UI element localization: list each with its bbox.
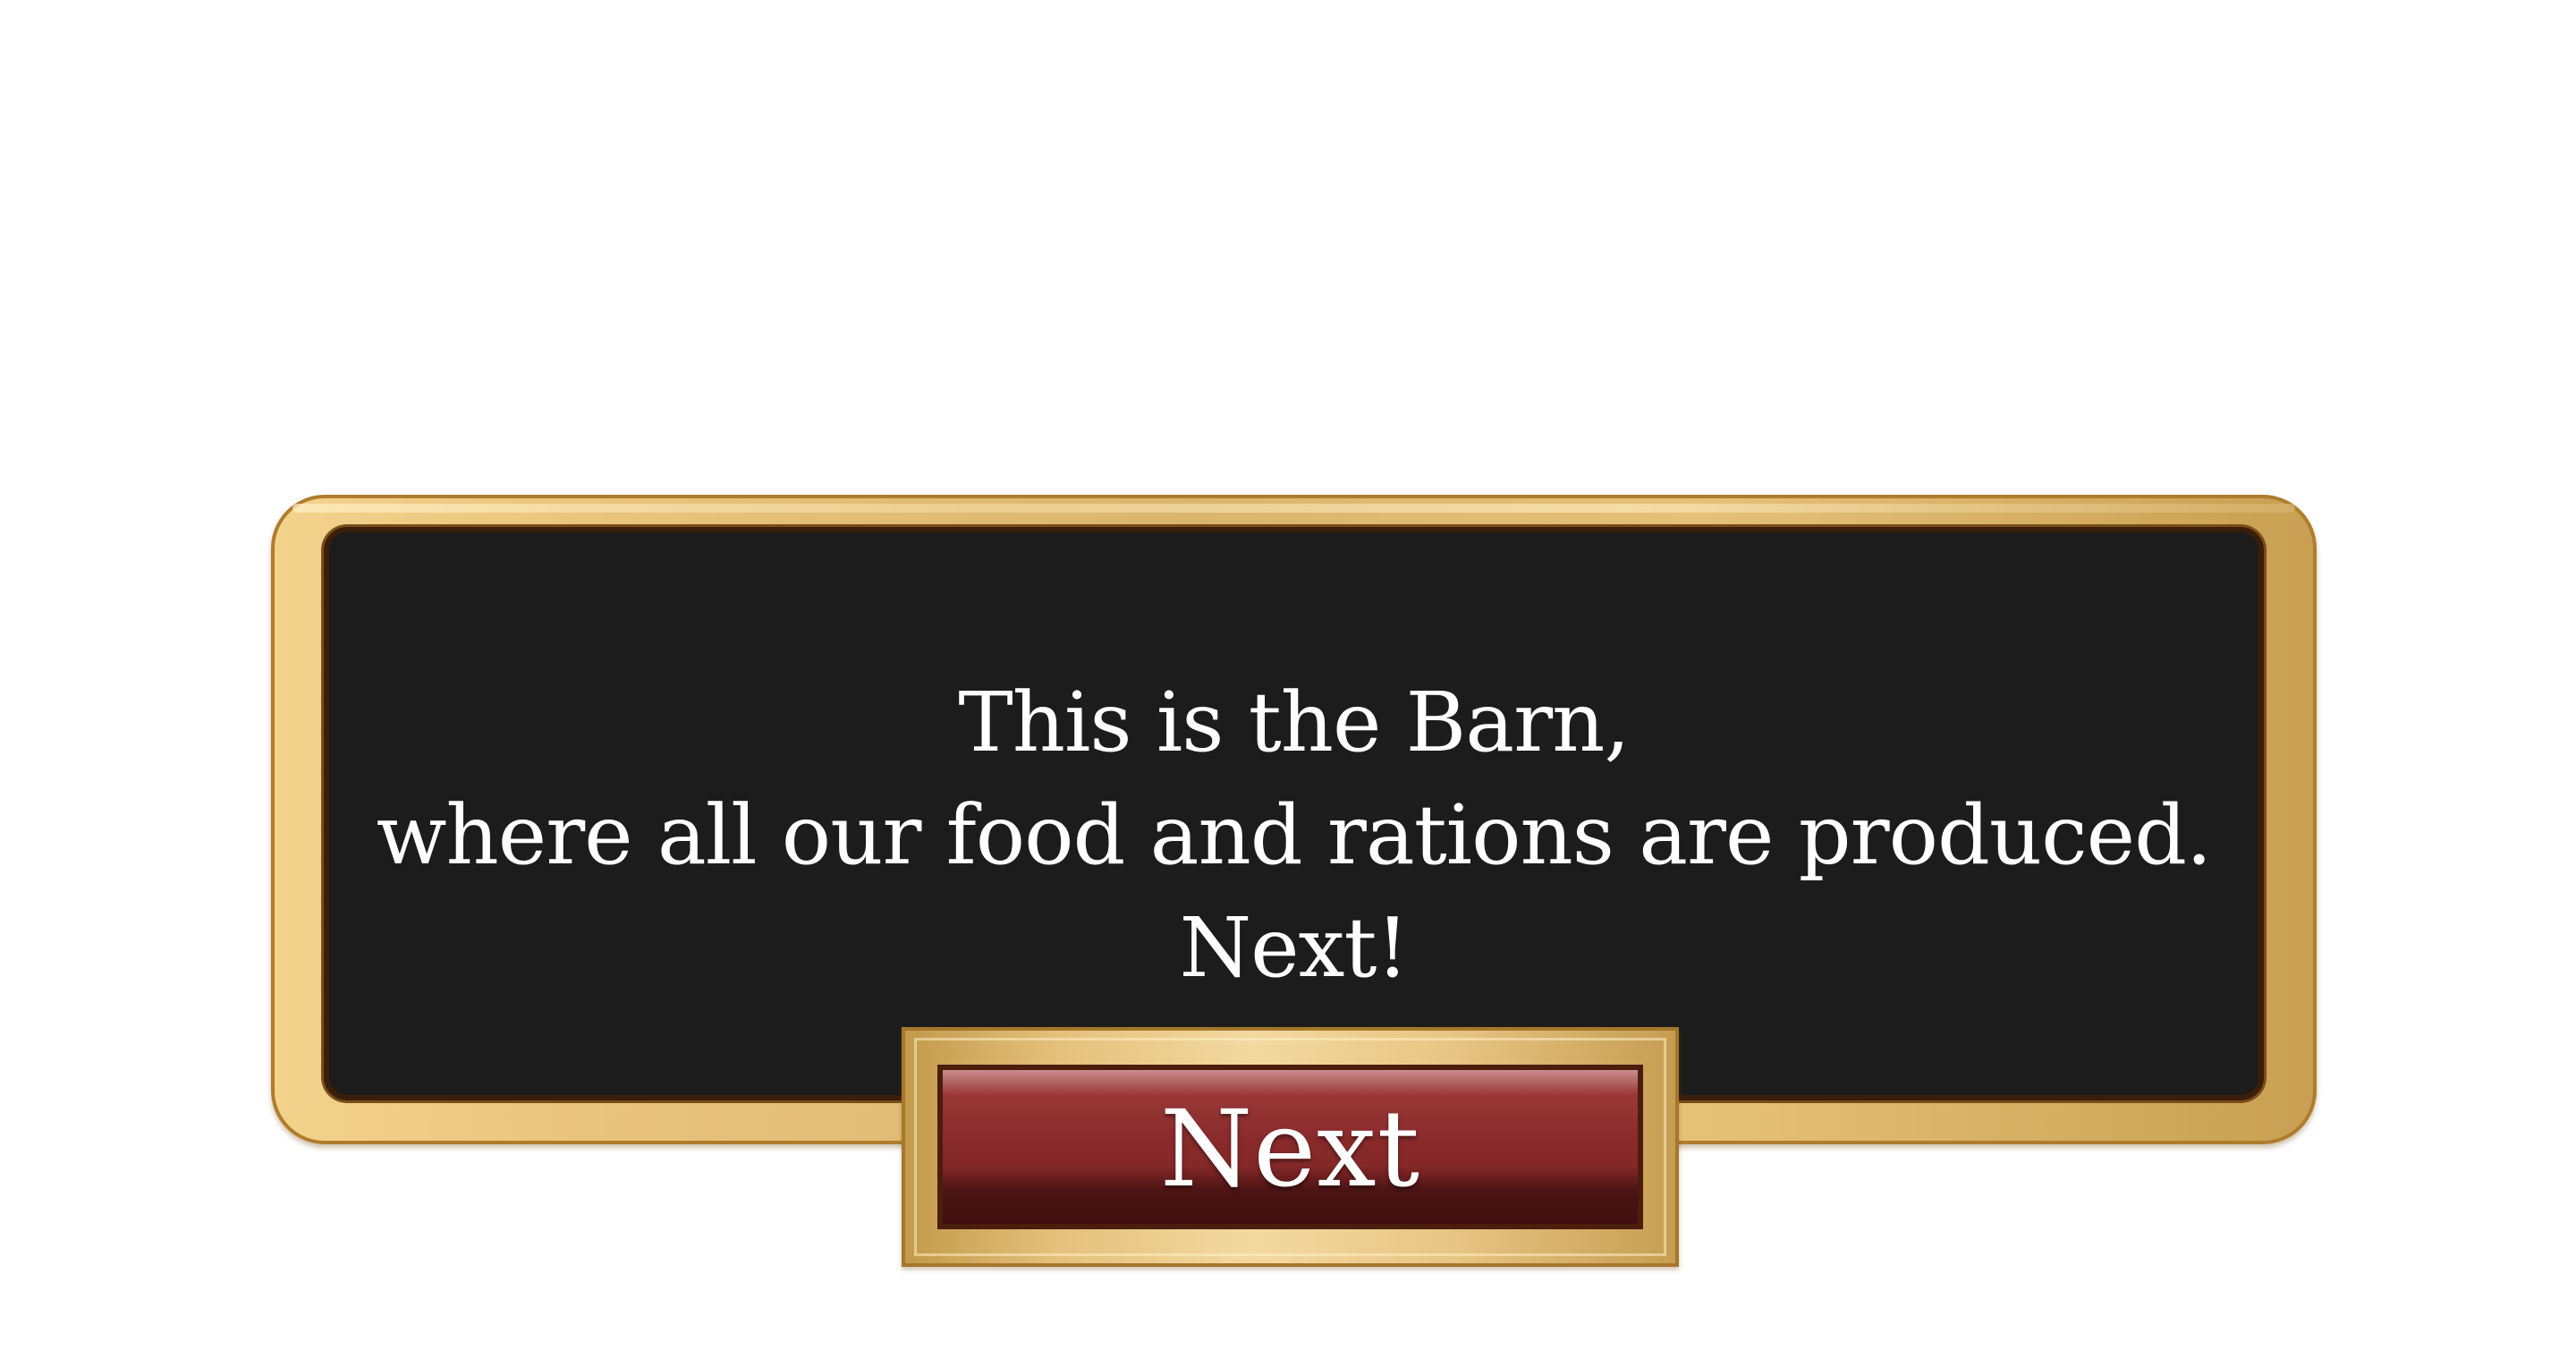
next-button[interactable]: Next bbox=[937, 1065, 1643, 1229]
dialog-text: This is the Barn, where all our food and… bbox=[329, 667, 2258, 1005]
dialog-line-3: Next! bbox=[1179, 900, 1410, 996]
dialog-panel: This is the Barn, where all our food and… bbox=[324, 527, 2264, 1100]
dialog-line-2: where all our food and rations are produ… bbox=[376, 787, 2212, 883]
next-button-label: Next bbox=[1159, 1087, 1421, 1210]
dialog-line-1: This is the Barn, bbox=[958, 675, 1630, 770]
